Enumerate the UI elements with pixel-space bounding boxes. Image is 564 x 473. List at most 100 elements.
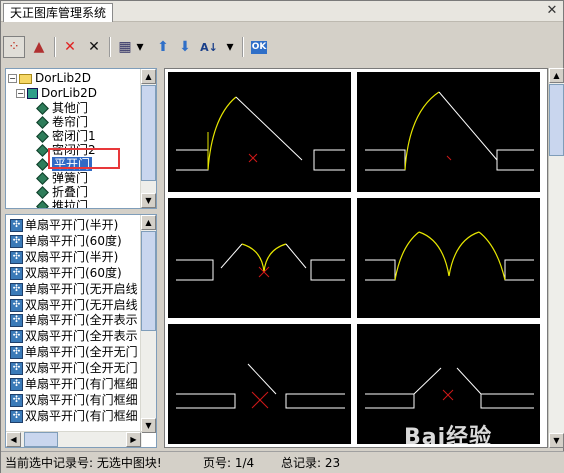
list-scrollbar[interactable]: ▲ ▼ <box>140 215 156 433</box>
list-hscrollbar[interactable]: ◀ ▶ <box>6 431 142 447</box>
scroll-thumb[interactable] <box>549 84 564 156</box>
move-down-button[interactable]: ⬇ <box>174 36 196 58</box>
scroll-up-icon[interactable]: ▲ <box>141 69 156 84</box>
list-item-label: 单扇平开门(全开无门 <box>25 345 138 360</box>
tree-item[interactable]: 其他门 <box>36 101 88 116</box>
list-item-label: 单扇平开门(60度) <box>25 233 122 248</box>
delete-all-button[interactable]: ✕ <box>83 36 105 58</box>
door-category-icon <box>36 144 49 157</box>
folder-icon <box>19 73 32 84</box>
list-item[interactable]: ✣ 双扇平开门(有门框细 <box>8 409 138 424</box>
item-list[interactable]: ✣ 单扇平开门(半开) ✣ 单扇平开门(60度) ✣ 双扇平开门(半开) ✣ 双扇平开门(60… <box>5 214 157 448</box>
scroll-right-icon[interactable]: ▶ <box>126 432 141 447</box>
list-item[interactable]: ✣ 单扇平开门(全开无门 <box>8 345 138 360</box>
tree-item[interactable]: 弹簧门 <box>36 171 88 186</box>
view-dropdown-button[interactable]: ▾ <box>133 36 147 58</box>
pattern-button[interactable]: ▲ <box>28 36 50 58</box>
list-item-label: 双扇平开门(全开表示 <box>25 329 138 344</box>
scroll-up-icon[interactable]: ▲ <box>141 215 156 230</box>
status-bar: 当前选中记录号: 无选中图块! 页号: 1/4 总记录: 23 <box>1 451 564 473</box>
door-block-icon: ✣ <box>10 330 23 344</box>
status-current-record: 当前选中记录号: 无选中图块! <box>5 456 162 470</box>
pattern-icon: ▲ <box>33 39 45 55</box>
close-icon[interactable]: ✕ <box>545 4 559 18</box>
app-window: 天正图库管理系统 ✕ ⁘ ▲ ✕ ✕ ▦ ▾ ⬆ ⬇ A↓ ▾ OK − DorL… <box>0 0 564 473</box>
list-item[interactable]: ✣ 单扇平开门(半开) <box>8 218 118 233</box>
sort-button[interactable]: A↓ <box>198 36 220 58</box>
scroll-left-icon[interactable]: ◀ <box>6 432 21 447</box>
door-category-icon <box>36 172 49 185</box>
delete-button[interactable]: ✕ <box>59 36 81 58</box>
window-tab[interactable]: 天正图库管理系统 <box>3 3 114 22</box>
list-item-label: 双扇平开门(无开启线 <box>25 297 138 312</box>
tree-scrollbar[interactable]: ▲ ▼ <box>140 69 156 208</box>
collapse-icon[interactable]: − <box>16 89 25 98</box>
door-block-icon: ✣ <box>10 393 23 407</box>
door-drawing <box>176 243 345 281</box>
toolbar-separator <box>109 37 111 57</box>
list-item-label: 单扇平开门(无开启线 <box>25 281 138 296</box>
delete-black-icon: ✕ <box>88 39 100 55</box>
selection-highlight-box <box>48 148 120 169</box>
scroll-thumb[interactable] <box>24 432 58 447</box>
door-block-icon: ✣ <box>10 266 23 280</box>
tree-root[interactable]: − DorLib2D <box>8 71 91 86</box>
library-icon <box>27 88 38 99</box>
scroll-up-icon[interactable]: ▲ <box>549 68 564 83</box>
ok-button[interactable]: OK <box>248 36 270 58</box>
tree-item[interactable]: 卷帘门 <box>36 115 88 130</box>
list-item[interactable]: ✣ 单扇平开门(全开表示 <box>8 313 138 328</box>
collapse-icon[interactable]: − <box>8 74 17 83</box>
scroll-down-icon[interactable]: ▼ <box>141 193 156 208</box>
door-drawing <box>365 231 534 281</box>
list-item[interactable]: ✣ 双扇平开门(有门框细 <box>8 393 138 408</box>
list-item[interactable]: ✣ 双扇平开门(无开启线 <box>8 298 138 313</box>
list-item[interactable]: ✣ 双扇平开门(全开表示 <box>8 329 138 344</box>
view-mode-icon: ▦ <box>118 39 132 55</box>
preview-scrollbar[interactable]: ▲ ▼ <box>548 68 564 448</box>
sort-dropdown-button[interactable]: ▾ <box>223 36 237 58</box>
door-block-icon: ✣ <box>10 234 23 248</box>
list-item[interactable]: ✣ 单扇平开门(无开启线 <box>8 282 138 297</box>
tree-item[interactable]: 折叠门 <box>36 185 88 200</box>
door-drawing <box>365 91 534 171</box>
open-door-icon <box>36 158 49 171</box>
tree-item[interactable]: 密闭门1 <box>36 129 96 144</box>
list-item[interactable]: ✣ 双扇平开门(60度) <box>8 266 122 281</box>
move-up-button[interactable]: ⬆ <box>152 36 174 58</box>
tree-item-label: 弹簧门 <box>52 171 89 185</box>
preview-cell[interactable] <box>168 324 351 444</box>
scroll-thumb[interactable] <box>141 231 156 331</box>
toolbar-separator <box>54 37 56 57</box>
watermark: Bai经验 <box>404 425 493 450</box>
tree-item-label: 推拉门 <box>52 199 89 209</box>
preview-cell[interactable] <box>168 72 351 192</box>
toolbar: ⁘ ▲ ✕ ✕ ▦ ▾ ⬆ ⬇ A↓ ▾ OK <box>3 34 561 60</box>
door-category-icon <box>36 102 49 115</box>
list-item-label: 单扇平开门(半开) <box>25 218 119 232</box>
tree-node-dorlib[interactable]: − DorLib2D <box>16 86 97 101</box>
door-block-icon: ✣ <box>10 362 23 376</box>
scroll-down-icon[interactable]: ▼ <box>549 433 564 448</box>
toolbar-separator <box>242 37 244 57</box>
list-item[interactable]: ✣ 双扇平开门(半开) <box>8 250 118 265</box>
scroll-thumb[interactable] <box>141 85 156 181</box>
list-item[interactable]: ✣ 单扇平开门(有门框细 <box>8 377 138 392</box>
list-item-label: 单扇平开门(全开表示 <box>25 313 138 328</box>
ok-icon: OK <box>250 40 268 54</box>
preview-cell[interactable] <box>357 72 540 192</box>
scroll-down-icon[interactable]: ▼ <box>141 418 156 433</box>
door-block-icon: ✣ <box>10 219 23 232</box>
list-item[interactable]: ✣ 双扇平开门(全开无门 <box>8 361 138 376</box>
preview-cell[interactable] <box>168 198 351 318</box>
preview-cell[interactable] <box>357 198 540 318</box>
tree-item-label: 其他门 <box>52 101 89 115</box>
list-item[interactable]: ✣ 单扇平开门(60度) <box>8 234 122 249</box>
door-category-icon <box>36 130 49 143</box>
door-drawing <box>176 96 345 171</box>
tree-item[interactable]: 推拉门 <box>36 199 89 209</box>
delete-red-icon: ✕ <box>64 39 76 55</box>
library-tree[interactable]: − DorLib2D − DorLib2D 其他门 卷帘门 密闭门1 密闭门2 平开门 弹簧门… <box>5 68 157 209</box>
door-block-icon: ✣ <box>10 298 23 312</box>
layout-button[interactable]: ⁘ <box>3 36 25 58</box>
